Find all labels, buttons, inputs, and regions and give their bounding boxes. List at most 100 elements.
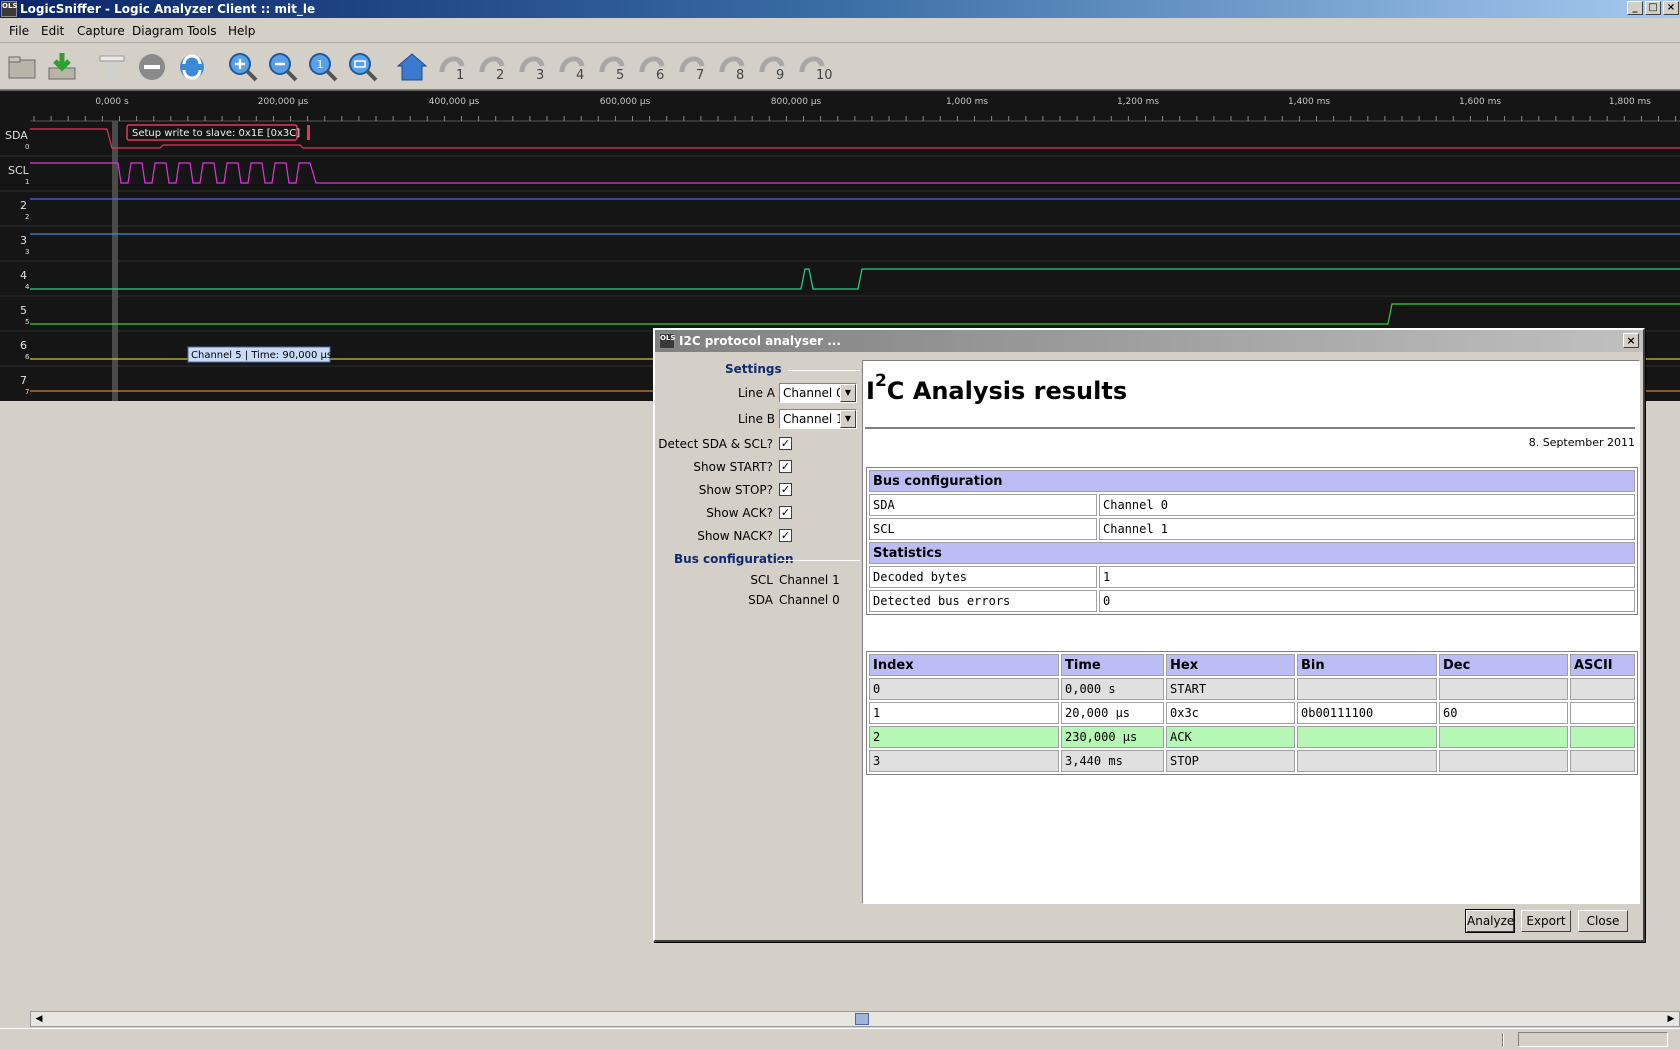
menu-file[interactable]: File: [9, 24, 29, 38]
horizontal-scrollbar[interactable]: ◀ ▶: [30, 1011, 1680, 1027]
window-title: LogicSniffer - Logic Analyzer Client :: …: [20, 2, 316, 16]
zoom-out-icon[interactable]: [266, 50, 300, 84]
zoom-all-icon[interactable]: [346, 50, 380, 84]
zoom-default-icon[interactable]: 1: [306, 50, 340, 84]
show-ack-checkbox[interactable]: ✓: [779, 506, 792, 519]
table-row: 3 3,440 ms STOP: [869, 750, 1635, 772]
export-button[interactable]: Export: [1521, 910, 1571, 932]
bus-sda-label: SDA: [748, 593, 773, 607]
cursor-8-icon[interactable]: 8: [716, 50, 750, 84]
cursor-6-icon[interactable]: 6: [636, 50, 670, 84]
cursor-4-icon[interactable]: 4: [556, 50, 590, 84]
report-title: I2C Analysis results: [866, 371, 1128, 405]
svg-text:7: 7: [25, 388, 29, 396]
svg-text:0: 0: [25, 143, 29, 151]
timeline-tick-label: 0,000 s: [95, 97, 129, 107]
cursor-7-icon[interactable]: 7: [676, 50, 710, 84]
zoom-in-icon[interactable]: [226, 50, 260, 84]
toolbar: 1 1 2 3 4 5 6 7 8 9 10: [0, 44, 1680, 90]
svg-text:2: 2: [20, 199, 27, 212]
repeat-capture-icon[interactable]: [175, 50, 209, 84]
timeline-tick-label: 800,000 µs: [771, 97, 822, 107]
line-b-label: Line B: [737, 412, 775, 426]
svg-text:6: 6: [25, 353, 30, 361]
menu-diagram[interactable]: Diagram: [132, 24, 184, 38]
annotation-text: Setup write to slave: 0x1E [0x3C]: [132, 128, 300, 139]
svg-text:2: 2: [25, 213, 29, 221]
show-start-checkbox[interactable]: ✓: [779, 460, 792, 473]
capture-icon[interactable]: [95, 50, 129, 84]
maximize-icon[interactable]: □: [1645, 1, 1661, 15]
stop-icon[interactable]: [135, 50, 169, 84]
analysis-report[interactable]: I2C Analysis results 8. September 2011 B…: [862, 360, 1640, 904]
cursor-1-icon[interactable]: 1: [436, 50, 470, 84]
bus-config-header: Bus configuration: [674, 552, 794, 566]
waveform-ch4: [30, 268, 1680, 290]
menu-tools[interactable]: Tools: [187, 24, 217, 38]
settings-header: Settings: [725, 362, 782, 376]
dialog-title-bar: OLS I2C protocol analyser ... ×: [655, 330, 1643, 352]
timeline-tick-label: 1,400 ms: [1288, 97, 1330, 107]
close-button[interactable]: Close: [1578, 910, 1628, 932]
goto-trigger-icon[interactable]: [395, 50, 429, 84]
decoded-data-table: Index Time Hex Bin Dec ASCII 0 0,000 s STA…: [866, 651, 1638, 775]
svg-text:1: 1: [25, 178, 29, 186]
table-row: 1 20,000 µs 0x3c 0b00111100 60: [869, 702, 1635, 724]
show-stop-checkbox[interactable]: ✓: [779, 483, 792, 496]
channel-label-scl: SCL: [8, 164, 30, 177]
status-bar: [0, 1028, 1680, 1050]
timeline-tick-label: 200,000 µs: [258, 97, 309, 107]
timeline-tick-label: 1,800 ms: [1609, 97, 1651, 107]
scroll-left-icon[interactable]: ◀: [32, 1013, 46, 1025]
menu-edit[interactable]: Edit: [41, 24, 64, 38]
chevron-down-icon: ▼: [840, 384, 856, 402]
bus-scl-value: Channel 1: [779, 573, 840, 587]
analyze-button[interactable]: Analyze: [1465, 909, 1515, 933]
waveform-scl: [30, 162, 1680, 184]
menu-capture[interactable]: Capture: [77, 24, 125, 38]
i2c-analyser-dialog: OLS I2C protocol analyser ... × Settings…: [653, 328, 1645, 942]
cursor-9-icon[interactable]: 9: [756, 50, 790, 84]
bus-config-table-header: Bus configuration: [869, 470, 1635, 492]
show-nack-checkbox[interactable]: ✓: [779, 529, 792, 542]
svg-text:5: 5: [25, 318, 29, 326]
line-a-select[interactable]: Channel 0 ▼: [779, 383, 857, 403]
scroll-right-icon[interactable]: ▶: [1664, 1013, 1678, 1025]
cursor-10-icon[interactable]: 10: [796, 50, 833, 84]
timeline-tick-label: 600,000 µs: [600, 97, 651, 107]
table-row: 2 230,000 µs ACK: [869, 726, 1635, 748]
bus-statistics-table: Bus configuration SDA Channel 0 SCL Channe…: [866, 467, 1638, 615]
bus-scl-label: SCL: [750, 573, 773, 587]
cursor-3-icon[interactable]: 3: [516, 50, 550, 84]
line-b-select[interactable]: Channel 1 ▼: [779, 409, 857, 429]
show-nack-label: Show NACK?: [697, 529, 773, 543]
svg-text:3: 3: [25, 248, 29, 256]
dialog-title: I2C protocol analyser ...: [679, 334, 841, 348]
report-date: 8. September 2011: [1528, 436, 1635, 449]
progress-bar: [1518, 1032, 1668, 1047]
open-file-icon[interactable]: [5, 50, 39, 84]
save-file-icon[interactable]: [45, 50, 79, 84]
svg-text:7: 7: [20, 374, 27, 387]
dialog-close-icon[interactable]: ×: [1623, 333, 1639, 348]
svg-text:3: 3: [20, 234, 27, 247]
minimize-icon[interactable]: _: [1627, 1, 1643, 15]
table-row: 0 0,000 s START: [869, 678, 1635, 700]
cursor-5-icon[interactable]: 5: [596, 50, 630, 84]
scroll-thumb[interactable]: [855, 1013, 869, 1025]
detect-sda-scl-checkbox[interactable]: ✓: [779, 437, 792, 450]
timeline-tick-label: 400,000 µs: [429, 97, 480, 107]
window-title-bar: OLS LogicSniffer - Logic Analyzer Client…: [0, 0, 1680, 18]
chevron-down-icon: ▼: [840, 410, 856, 428]
channel-label-sda: SDA: [5, 129, 28, 142]
waveform-ch5: [30, 303, 1680, 325]
svg-text:5: 5: [20, 304, 27, 317]
menu-bar: File Edit Capture Diagram Tools Help: [0, 19, 1680, 43]
cursor-2-icon[interactable]: 2: [476, 50, 510, 84]
dialog-logo-icon: OLS: [659, 333, 675, 349]
bus-sda-value: Channel 0: [779, 593, 840, 607]
timeline-tick-label: 1,000 ms: [946, 97, 988, 107]
menu-help[interactable]: Help: [228, 24, 255, 38]
timeline-ruler: [30, 116, 1680, 122]
close-icon[interactable]: ×: [1663, 1, 1679, 15]
